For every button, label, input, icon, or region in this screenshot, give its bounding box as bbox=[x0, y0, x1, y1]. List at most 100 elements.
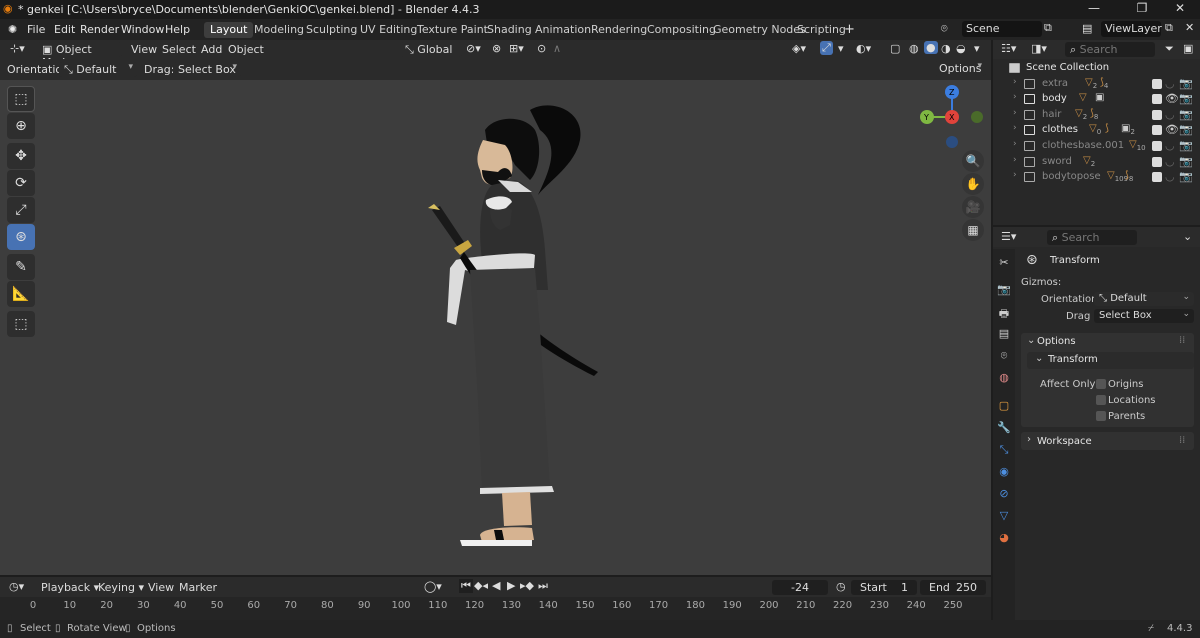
navigation-gizmo[interactable]: Z Y X bbox=[916, 82, 986, 152]
move-tool[interactable]: ✥ bbox=[7, 143, 35, 169]
workspace-panel[interactable]: › Workspace ⁞⁞ bbox=[1021, 432, 1194, 450]
minimize-button[interactable]: — bbox=[1074, 1, 1114, 18]
exclude-checkbox[interactable] bbox=[1152, 110, 1162, 120]
scene-tab-icon[interactable]: ⌾ bbox=[997, 349, 1011, 363]
origins-option[interactable]: Origins bbox=[1094, 377, 1184, 391]
orientation-selector[interactable]: ⤡ Default ⌄ bbox=[1094, 292, 1194, 306]
outliner-editor-icon[interactable]: ☷▾ bbox=[1001, 42, 1016, 55]
gizmo-toggle-icon[interactable]: ⤢ bbox=[820, 41, 833, 55]
select-box-tool[interactable]: ⬚ bbox=[7, 86, 35, 112]
menu-help[interactable]: Help bbox=[165, 23, 190, 36]
parents-option[interactable]: Parents bbox=[1094, 409, 1184, 423]
outliner-display-mode-icon[interactable]: ◨▾ bbox=[1031, 42, 1047, 55]
maximize-button[interactable]: ❐ bbox=[1122, 1, 1162, 18]
parents-checkbox[interactable] bbox=[1096, 411, 1106, 421]
drag-selector[interactable]: Select Box ▾ bbox=[173, 62, 241, 77]
menu-add[interactable]: Add bbox=[201, 43, 222, 56]
menu-playback[interactable]: Playback ▾ bbox=[41, 581, 99, 594]
options-dropdown[interactable]: Options ▾ bbox=[934, 61, 986, 76]
world-tab-icon[interactable]: ◍ bbox=[997, 371, 1011, 385]
clock-icon[interactable]: ◷ bbox=[836, 580, 846, 593]
scene-selector[interactable]: Scene bbox=[962, 21, 1042, 37]
render-camera-icon[interactable]: 📷 bbox=[1179, 92, 1193, 105]
outliner-search[interactable]: ⌕ Search bbox=[1065, 42, 1155, 57]
hide-eye-icon[interactable]: 👁 bbox=[1165, 92, 1179, 105]
render-camera-icon[interactable]: 📷 bbox=[1179, 139, 1193, 152]
exclude-checkbox[interactable] bbox=[1152, 94, 1162, 104]
outliner-row-hair[interactable]: › hair ▽2 ⟆8 ◡ 📷 bbox=[993, 108, 1200, 123]
properties-search[interactable]: ⌕ Search bbox=[1047, 230, 1137, 245]
object-tab-icon[interactable]: ▢ bbox=[997, 399, 1011, 413]
render-tab-icon[interactable]: 📷 bbox=[997, 283, 1011, 297]
material-tab-icon[interactable]: ◕ bbox=[997, 531, 1011, 545]
ortho-toggle-button[interactable]: ▦ bbox=[962, 219, 984, 241]
outliner-row-bodytopose[interactable]: › bodytopose ▽109 ⟆8 ◡ 📷 bbox=[993, 170, 1200, 185]
transform-subpanel-header[interactable]: ⌄ Transform bbox=[1027, 352, 1194, 369]
drag-selector[interactable]: Select Box ⌄ bbox=[1094, 309, 1194, 323]
output-tab-icon[interactable]: 🖶 bbox=[997, 305, 1011, 320]
exclude-checkbox[interactable] bbox=[1152, 141, 1162, 151]
pin-chevron-icon[interactable]: ⌄ bbox=[1183, 230, 1192, 243]
view-layer-selector[interactable]: ViewLayer bbox=[1101, 21, 1162, 37]
locations-option[interactable]: Locations bbox=[1094, 393, 1184, 407]
play-reverse-icon[interactable]: ◀ bbox=[492, 579, 500, 592]
editor-type-icon[interactable]: ⊹▾ bbox=[10, 42, 25, 55]
jump-start-icon[interactable]: ⏮ bbox=[459, 579, 473, 593]
filter-icon[interactable]: ⏷ bbox=[1165, 42, 1174, 56]
blender-menu-icon[interactable]: ✺ bbox=[8, 23, 17, 36]
view-layer-copy-icon[interactable]: ⧉ bbox=[1165, 21, 1173, 35]
visibility-icon[interactable]: ◈▾ bbox=[792, 42, 806, 55]
pan-view-button[interactable]: ✋ bbox=[962, 173, 984, 195]
hide-eye-icon[interactable]: ◡ bbox=[1165, 77, 1175, 90]
physics-tab-icon[interactable]: ◉ bbox=[997, 465, 1011, 479]
menu-view[interactable]: View bbox=[131, 43, 157, 56]
tool-tab-icon[interactable]: ✂ bbox=[997, 256, 1011, 270]
data-tab-icon[interactable]: ▽ bbox=[997, 509, 1011, 523]
material-shading-icon[interactable]: ◑ bbox=[941, 42, 951, 55]
current-frame-field[interactable]: -24 bbox=[772, 580, 828, 595]
rendered-shading-icon[interactable]: ◒ bbox=[956, 42, 966, 55]
scene-copy-icon[interactable]: ⧉ bbox=[1044, 21, 1052, 35]
scene-icon[interactable]: ⌾ bbox=[941, 22, 948, 36]
menu-file[interactable]: File bbox=[27, 23, 45, 36]
render-camera-icon[interactable]: 📷 bbox=[1179, 108, 1193, 121]
expand-icon[interactable]: › bbox=[1013, 77, 1017, 87]
jump-end-icon[interactable]: ⏭ bbox=[538, 579, 548, 593]
menu-view[interactable]: View bbox=[148, 581, 174, 594]
rotate-tool[interactable]: ⟳ bbox=[7, 170, 35, 196]
timeline-editor-icon[interactable]: ◷▾ bbox=[9, 580, 24, 593]
expand-icon[interactable]: › bbox=[1013, 92, 1017, 102]
scene-collection-row[interactable]: Scene Collection bbox=[993, 61, 1200, 76]
drag-handle-icon[interactable]: ⁞⁞ bbox=[1179, 335, 1185, 346]
end-frame-field[interactable]: End 250 bbox=[920, 580, 986, 595]
hide-eye-icon[interactable]: 👁 bbox=[1165, 123, 1179, 136]
transform-orientation-selector[interactable]: ⤡ Global bbox=[400, 42, 462, 57]
view-layer-remove-icon[interactable]: ✕ bbox=[1185, 21, 1194, 34]
menu-object[interactable]: Object bbox=[228, 43, 264, 56]
expand-icon[interactable]: › bbox=[1013, 108, 1017, 118]
jump-keyframe-back-icon[interactable]: ◆◂ bbox=[474, 579, 488, 592]
locations-checkbox[interactable] bbox=[1096, 395, 1106, 405]
hide-eye-icon[interactable]: ◡ bbox=[1165, 108, 1175, 121]
render-camera-icon[interactable]: 📷 bbox=[1179, 170, 1193, 183]
outliner-row-sword[interactable]: › sword ▽2 ◡ 📷 bbox=[993, 155, 1200, 170]
shading-dropdown-icon[interactable]: ▾ bbox=[974, 42, 980, 55]
menu-edit[interactable]: Edit bbox=[54, 23, 75, 36]
menu-render[interactable]: Render bbox=[80, 23, 119, 36]
expand-icon[interactable]: › bbox=[1013, 139, 1017, 149]
drag-handle-icon[interactable]: ⁞⁞ bbox=[1179, 435, 1185, 446]
outliner-row-extra[interactable]: › extra ▽2 ⟆4 ◡ 📷 bbox=[993, 77, 1200, 92]
origins-checkbox[interactable] bbox=[1096, 379, 1106, 389]
tab-scripting[interactable]: Scripting bbox=[791, 22, 852, 38]
tool-orientation-selector[interactable]: ⤡ Default ▾ bbox=[59, 62, 137, 77]
cursor-tool[interactable]: ⊕ bbox=[7, 113, 35, 139]
constraints-tab-icon[interactable]: ⊘ bbox=[997, 487, 1011, 501]
add-workspace-icon[interactable]: + bbox=[844, 22, 855, 37]
menu-marker[interactable]: Marker bbox=[179, 581, 217, 594]
overlay-toggle-icon[interactable]: ◐▾ bbox=[856, 42, 871, 55]
particles-tab-icon[interactable]: ⤡ bbox=[997, 443, 1011, 457]
view-layer-icon[interactable]: ▤ bbox=[1082, 22, 1092, 35]
menu-keying[interactable]: Keying ▾ bbox=[98, 581, 144, 594]
exclude-checkbox[interactable] bbox=[1152, 125, 1162, 135]
transform-tool[interactable]: ⊛ bbox=[7, 224, 35, 250]
